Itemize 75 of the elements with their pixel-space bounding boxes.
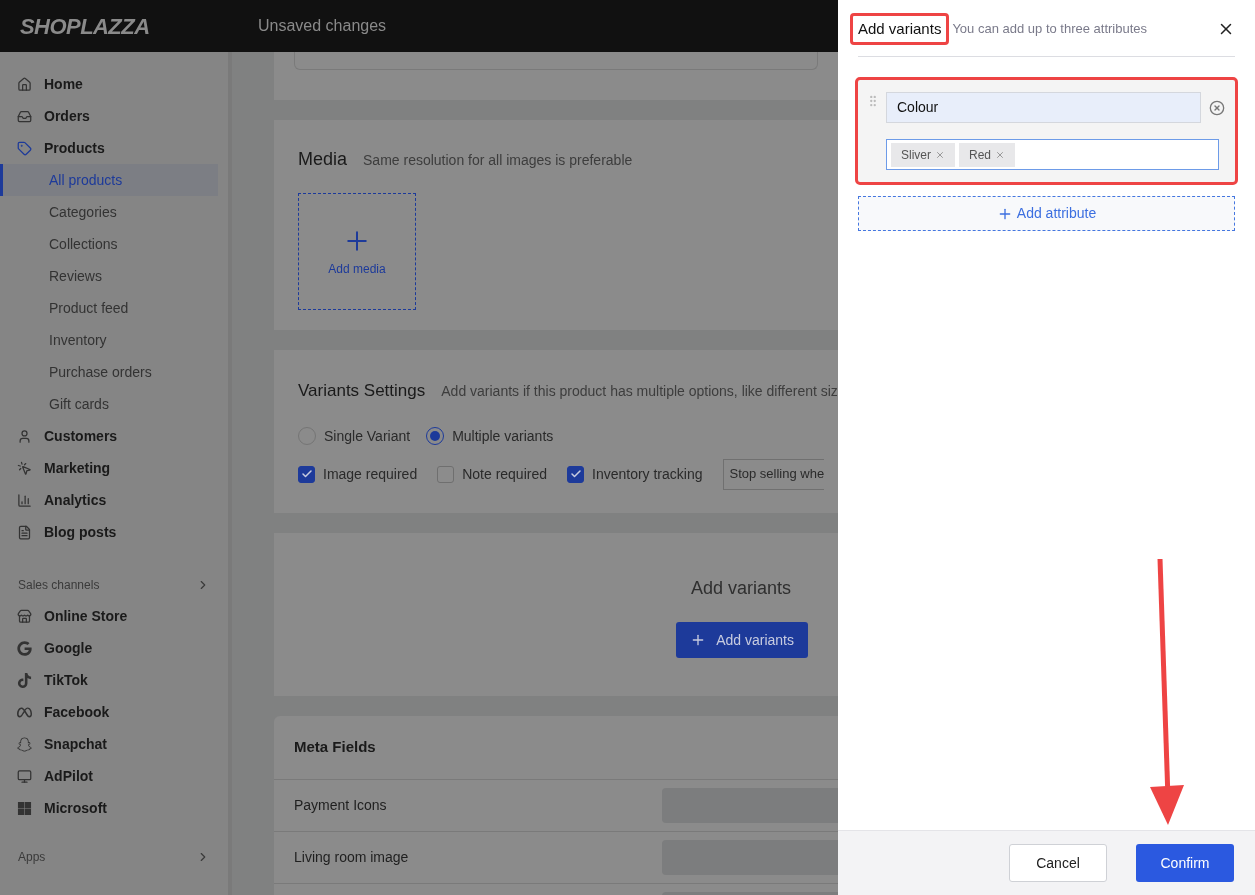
section-title: Variants Settings xyxy=(298,380,426,402)
nav-item[interactable]: Orders xyxy=(0,100,228,132)
check-icon xyxy=(569,468,582,480)
nav-subitem[interactable]: Product feed xyxy=(3,292,218,324)
checkbox[interactable] xyxy=(298,465,315,483)
nav-item[interactable]: TikTok xyxy=(0,664,228,696)
checkbox-label: Inventory tracking xyxy=(592,464,703,484)
nav-subitem[interactable]: Collections xyxy=(3,228,218,260)
nav-item[interactable]: Google xyxy=(0,632,228,664)
text-field[interactable] xyxy=(294,52,818,70)
check-icon xyxy=(300,468,313,480)
section-hint: Same resolution for all images is preferable xyxy=(363,151,633,170)
nav-item[interactable]: Customers xyxy=(0,420,228,452)
checkbox-label: Note required xyxy=(462,464,547,484)
select-field[interactable]: Stop selling whe xyxy=(722,458,825,490)
checkbox[interactable] xyxy=(437,465,455,483)
nav-item[interactable]: Home xyxy=(0,68,228,100)
remove-icon[interactable] xyxy=(995,149,1006,160)
input-field[interactable] xyxy=(662,840,838,875)
radio-label: Single Variant xyxy=(324,426,411,446)
drawer-title: Add variants xyxy=(850,12,950,46)
bar-chart-icon xyxy=(17,492,32,508)
nav-subitem[interactable]: Categories xyxy=(3,196,218,228)
input-field[interactable] xyxy=(662,788,838,823)
empty-state-title: Add variants xyxy=(690,577,791,600)
storefront-icon xyxy=(17,608,32,624)
cursor-icon xyxy=(17,460,32,476)
add-attribute-button[interactable]: Add attribute xyxy=(858,196,1235,231)
remove-icon[interactable] xyxy=(935,149,945,160)
nav-item[interactable]: Blog posts xyxy=(0,516,228,548)
nav-item[interactable]: Snapchat xyxy=(0,728,228,760)
ghost-icon xyxy=(17,736,32,752)
brand-logo: SHOPLAZZA xyxy=(20,12,151,41)
field-label: Living room image xyxy=(294,848,410,867)
section-title: Media xyxy=(298,148,348,171)
person-icon xyxy=(17,428,32,444)
add-variants-button[interactable]: Add variants xyxy=(676,622,808,658)
section-label: Apps xyxy=(18,849,46,866)
cancel-button[interactable]: Cancel xyxy=(1009,844,1107,882)
nav-subitem[interactable]: Gift cards xyxy=(3,388,218,420)
document-icon xyxy=(17,524,32,540)
attribute-name-field[interactable]: Colour xyxy=(886,92,1201,123)
add-media-button[interactable]: Add media xyxy=(298,193,416,310)
nav-item[interactable]: Products xyxy=(0,132,228,164)
nav-item[interactable]: Analytics xyxy=(0,484,228,516)
g-logo-icon xyxy=(17,640,32,656)
nav-subitem[interactable]: Reviews xyxy=(3,260,218,292)
field-label: Payment Icons xyxy=(294,796,388,815)
nav-item[interactable]: Online Store xyxy=(0,600,228,632)
section-label: Sales channels xyxy=(18,577,100,594)
nav-item[interactable]: AdPilot xyxy=(0,760,228,792)
checkbox-label: Image required xyxy=(323,464,418,484)
four-squares-icon xyxy=(17,800,32,816)
nav-item[interactable]: Facebook xyxy=(0,696,228,728)
screen-icon xyxy=(17,768,32,784)
confirm-button[interactable]: Confirm xyxy=(1136,844,1234,882)
inbox-icon xyxy=(17,108,32,124)
nav-item[interactable]: Microsoft xyxy=(0,792,228,824)
remove-icon[interactable] xyxy=(1209,99,1225,116)
value-chip: Red xyxy=(959,142,1016,167)
nav-subitem[interactable]: Purchase orders xyxy=(3,356,218,388)
checkbox[interactable] xyxy=(567,465,584,483)
nav-item[interactable]: Marketing xyxy=(0,452,228,484)
radio-label: Multiple variants xyxy=(452,426,554,446)
nav-subitem[interactable]: All products xyxy=(3,164,218,196)
unsaved-status: Unsaved changes xyxy=(258,16,387,36)
drawer-hint: You can add up to three attributes xyxy=(952,20,1148,39)
tag-icon xyxy=(17,140,32,156)
section-title: Meta Fields xyxy=(294,737,376,758)
attribute-values-field[interactable]: Sliver Red xyxy=(886,139,1219,170)
nav-subitem[interactable]: Inventory xyxy=(3,324,218,356)
value-chip: Sliver xyxy=(891,142,955,167)
house-icon xyxy=(17,76,32,92)
music-note-icon xyxy=(17,672,32,688)
section-hint: Add variants if this product has multiple options, like different siz xyxy=(441,382,838,401)
